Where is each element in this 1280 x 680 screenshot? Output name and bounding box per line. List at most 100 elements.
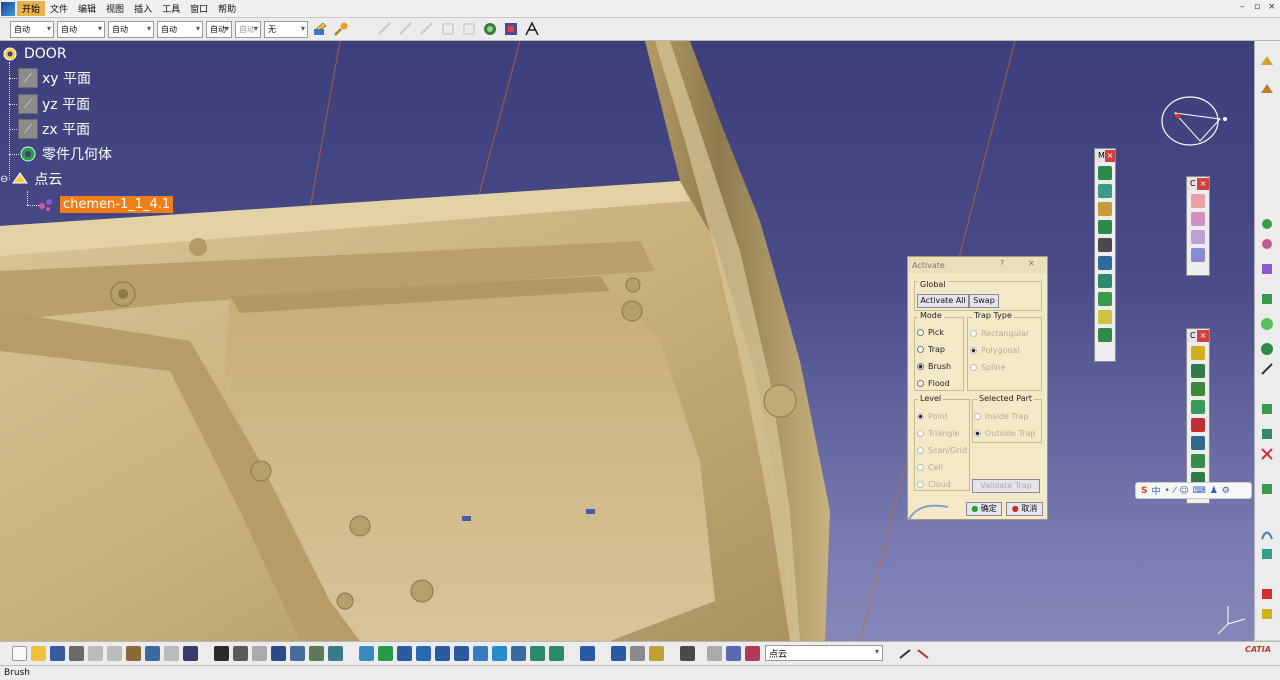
tree-node-zx-plane[interactable]: ⟋ zx 平面 <box>18 119 90 139</box>
swap-space-icon[interactable] <box>549 646 564 661</box>
analysis-tool-icon[interactable] <box>1259 606 1275 622</box>
extrude-icon[interactable] <box>1259 291 1275 307</box>
ime-settings-icon[interactable]: ⚙ <box>1222 486 1230 496</box>
plane-tool-icon[interactable] <box>1259 261 1275 277</box>
translate-icon[interactable] <box>1259 526 1275 542</box>
copy-icon[interactable] <box>107 646 122 661</box>
layer-combo[interactable]: 无 <box>264 20 308 38</box>
analysis-icon[interactable] <box>309 646 324 661</box>
ok-button[interactable]: ● 确定 <box>966 502 1002 516</box>
level-scan-grid-radio[interactable]: Scan/Grid <box>917 446 967 455</box>
swap-button[interactable]: Swap <box>969 294 999 308</box>
rendering-style-combo[interactable]: 自动 <box>235 20 261 38</box>
cloud-edit-icon[interactable] <box>726 646 741 661</box>
new-icon[interactable] <box>12 646 27 661</box>
macro-icon[interactable] <box>328 646 343 661</box>
ime-chinese-toggle[interactable]: 中 <box>1151 484 1160 497</box>
trim-icon[interactable] <box>1259 446 1275 462</box>
rotate-view-icon[interactable] <box>416 646 431 661</box>
painter-icon[interactable] <box>311 20 329 38</box>
formula-icon[interactable] <box>214 646 229 661</box>
validate-trap-button[interactable]: Validate Trap <box>972 479 1040 493</box>
mode-brush-radio[interactable]: Brush <box>917 362 951 371</box>
fly-mode-icon[interactable] <box>523 20 541 38</box>
open-icon[interactable] <box>31 646 46 661</box>
menu-tools[interactable]: 工具 <box>157 1 185 16</box>
tree-node-chemen[interactable]: chemen-1_1_4.1 <box>36 194 174 214</box>
deviation-icon[interactable] <box>1191 418 1205 432</box>
cloud-import-icon[interactable] <box>1098 166 1112 180</box>
tree-node-cloud[interactable]: ⊖ 点云 <box>0 169 62 189</box>
close-window-icon[interactable]: × <box>1268 2 1276 12</box>
pointer-tools-icon[interactable] <box>898 646 934 662</box>
point-symbol-combo[interactable]: 自动 <box>206 20 232 38</box>
planar-section-icon[interactable] <box>1191 212 1205 226</box>
help-icon[interactable]: ? <box>1000 259 1004 268</box>
merge-icon[interactable] <box>1098 256 1112 270</box>
menu-file[interactable]: 文件 <box>45 1 73 16</box>
print-icon[interactable] <box>69 646 84 661</box>
render-style-icon[interactable] <box>511 646 526 661</box>
level-triangle-radio[interactable]: Triangle <box>917 429 959 438</box>
collapse-icon[interactable]: ⊖ <box>0 174 8 185</box>
tree-node-yz-plane[interactable]: ⟋ yz 平面 <box>18 94 90 114</box>
mode-flood-radio[interactable]: Flood <box>917 379 950 388</box>
analysis-icon[interactable] <box>1191 436 1205 450</box>
ime-emoji-icon[interactable]: ☺ <box>1179 486 1188 496</box>
offset-icon[interactable] <box>1098 310 1112 324</box>
filter-icon[interactable] <box>1098 238 1112 252</box>
ime-skin-icon[interactable]: ♟ <box>1210 486 1218 496</box>
mode-pick-radio[interactable]: Pick <box>917 328 944 337</box>
whats-this-icon[interactable] <box>183 646 198 661</box>
pan-icon[interactable] <box>397 646 412 661</box>
layout-icon[interactable] <box>580 646 595 661</box>
line-type-combo[interactable]: 自动 <box>157 20 203 38</box>
tree-root-door[interactable]: DOOR <box>0 44 67 64</box>
close-icon[interactable]: × <box>1104 149 1115 162</box>
ime-punctuation-icon[interactable]: ⁄ <box>1174 486 1176 496</box>
catalog-icon[interactable] <box>271 646 286 661</box>
level-point-radio[interactable]: Point <box>917 412 948 421</box>
more-icon[interactable] <box>252 646 267 661</box>
tile-icon[interactable] <box>611 646 626 661</box>
ime-moon-icon[interactable]: • <box>1165 486 1170 496</box>
restore-icon[interactable]: ▫ <box>1254 2 1260 12</box>
capture-icon[interactable] <box>630 646 645 661</box>
revolve-icon[interactable] <box>1259 316 1275 332</box>
menu-help[interactable]: 帮助 <box>213 1 241 16</box>
fill-icon[interactable] <box>1191 400 1205 414</box>
ime-keyboard-icon[interactable]: ⌨ <box>1193 486 1206 496</box>
compass-icon[interactable] <box>481 20 499 38</box>
surface-icon[interactable] <box>1191 364 1205 378</box>
menu-view[interactable]: 视图 <box>101 1 129 16</box>
fillet-icon[interactable] <box>1259 481 1275 497</box>
minimize-icon[interactable]: – <box>1240 2 1245 12</box>
redo-icon[interactable] <box>164 646 179 661</box>
activate-all-button[interactable]: Activate All <box>917 294 969 308</box>
outside-trap-radio[interactable]: Outside Trap <box>974 429 1035 438</box>
cloud-filter-icon[interactable] <box>707 646 722 661</box>
graph-icon[interactable] <box>290 646 305 661</box>
trap-spline-radio[interactable]: Spline <box>970 363 1006 372</box>
fit-all-icon[interactable] <box>378 646 393 661</box>
split-icon[interactable] <box>1259 426 1275 442</box>
inside-trap-radio[interactable]: Inside Trap <box>974 412 1028 421</box>
level-cell-radio[interactable]: Cell <box>917 463 943 472</box>
rotate-icon[interactable] <box>1259 546 1275 562</box>
bulb-icon[interactable] <box>649 646 664 661</box>
point-icon[interactable] <box>1259 216 1275 232</box>
selection-combo[interactable]: 点云 <box>765 645 883 661</box>
camera-icon[interactable] <box>680 646 695 661</box>
activate-icon[interactable] <box>1098 220 1112 234</box>
trap-rectangular-radio[interactable]: Rectangular <box>970 329 1029 338</box>
transparency-combo[interactable]: 自动 <box>57 20 105 38</box>
line-icon[interactable] <box>1259 236 1275 252</box>
arrow-icon[interactable] <box>1259 361 1275 377</box>
measure-icon[interactable] <box>1259 586 1275 602</box>
fill-color-combo[interactable]: 自动 <box>10 20 54 38</box>
cross-section-icon[interactable] <box>1191 194 1205 208</box>
zoom-out-icon[interactable] <box>454 646 469 661</box>
mode-trap-radio[interactable]: Trap <box>917 345 945 354</box>
hide-show-icon[interactable] <box>530 646 545 661</box>
compass-widget[interactable] <box>1161 96 1227 146</box>
